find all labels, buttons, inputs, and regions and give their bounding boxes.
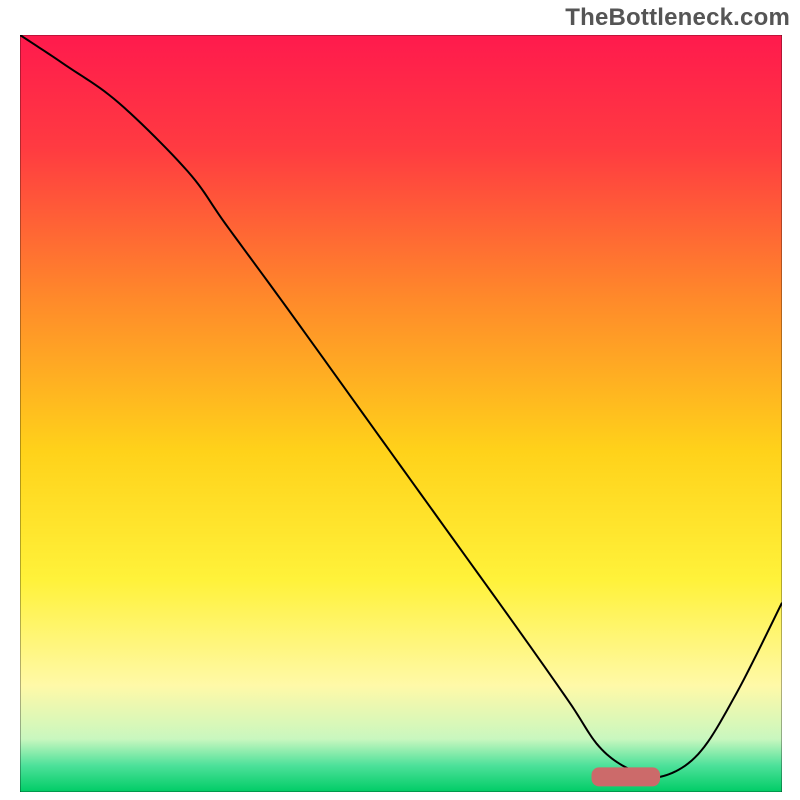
gradient-background bbox=[20, 35, 782, 792]
optimal-marker bbox=[592, 767, 661, 786]
watermark-text: TheBottleneck.com bbox=[565, 4, 790, 32]
figure: TheBottleneck.com bbox=[0, 0, 800, 800]
plot-area bbox=[20, 35, 782, 792]
